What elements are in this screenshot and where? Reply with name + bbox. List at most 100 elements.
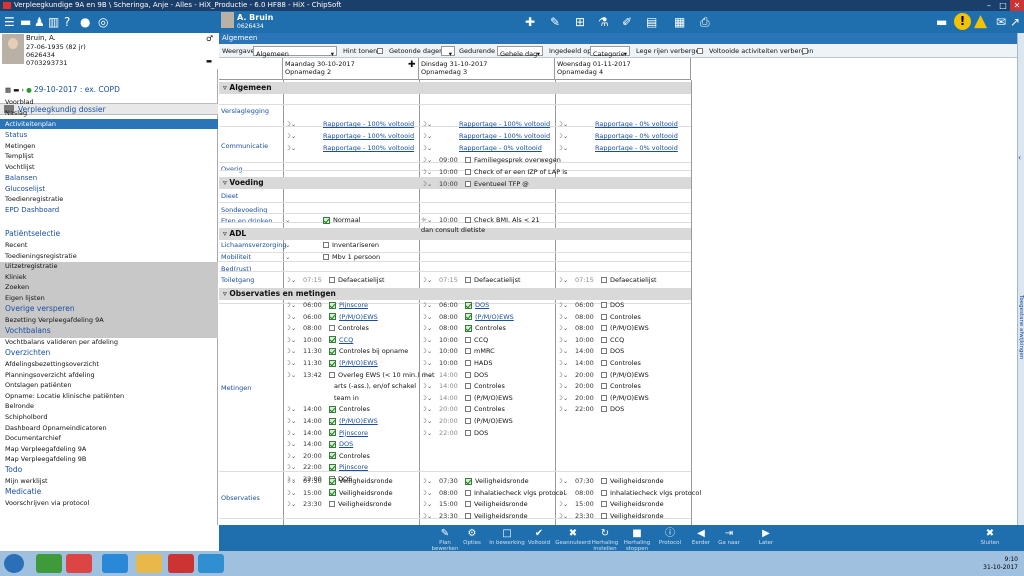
overige-item-bezetting-verpleegafdeling-9a[interactable]: Bezetting Verpleegafdeling 9A xyxy=(0,315,218,325)
nav-item-naslag[interactable]: Naslag xyxy=(0,108,218,118)
geannuleerd-button[interactable]: ✖ Geannuleerd xyxy=(555,527,591,546)
checkbox[interactable] xyxy=(465,371,471,378)
checkbox[interactable] xyxy=(601,394,607,401)
checkbox[interactable] xyxy=(465,394,471,401)
metingen-item[interactable]: ☽⌄ 08:00 Controles xyxy=(285,323,369,333)
checkbox[interactable] xyxy=(465,157,471,163)
rapportage-link[interactable]: Rapportage - 100% voltooid xyxy=(323,120,414,128)
in-bewerking-button[interactable]: □ In bewerking xyxy=(489,527,525,546)
rapportage-item[interactable]: ☽⌄ Rapportage - 0% voltooid xyxy=(557,143,678,153)
checkbox[interactable] xyxy=(601,501,607,508)
nav-item-templijst[interactable]: Templijst xyxy=(0,151,218,161)
checked-checkbox[interactable] xyxy=(329,429,336,437)
metingen-item[interactable]: ☽⌄ 20:00 (P/M/O)EWS xyxy=(421,416,513,426)
rapportage-link[interactable]: Rapportage - 0% voltooid xyxy=(459,144,542,152)
metingen-item[interactable]: ☽⌄ 08:00 Controles xyxy=(557,312,641,322)
metingen-item[interactable]: ☽⌄ 10:00 mMRC xyxy=(421,346,495,356)
item-label[interactable]: (P/M/O)EWS xyxy=(339,359,378,367)
checkbox[interactable] xyxy=(465,348,471,355)
rapportage-link[interactable]: Rapportage - 0% voltooid xyxy=(595,144,678,152)
metingen-item[interactable]: ☽⌄ 20:00 Controles xyxy=(285,451,370,461)
checkbox[interactable] xyxy=(465,169,471,175)
sluiten-button[interactable]: ✖ Sluiten xyxy=(972,527,1008,546)
metingen-item[interactable]: ☽⌄ 14:00 Pijnscore xyxy=(285,428,368,438)
checked-checkbox[interactable] xyxy=(329,489,336,497)
nav-item-toedienregistratie[interactable]: Toedienregistratie xyxy=(0,194,218,204)
overz-item-map-verpleegafdeling-9b[interactable]: Map Verpleegafdeling 9B xyxy=(0,454,218,464)
checkbox[interactable] xyxy=(601,512,607,519)
metingen-item[interactable]: ☽⌄ 11:30 (P/M/O)EWS xyxy=(285,358,378,368)
checkbox[interactable] xyxy=(465,181,471,187)
taskbar-folder-icon[interactable] xyxy=(136,554,162,573)
metingen-item[interactable]: ☽⌄ 14:00 Controles xyxy=(285,404,370,414)
comm-item[interactable]: ☽⌄ 10:00 Check of er een IZP of LAP is xyxy=(421,167,567,177)
herhaling-stoppen-button[interactable]: ■ Herhaling stoppen xyxy=(619,527,655,552)
ps-item-uitzetregistratie[interactable]: Uitzetregistratie xyxy=(0,261,218,271)
checkbox[interactable] xyxy=(601,360,607,366)
metingen-item[interactable]: ☽⌄ 14:00 DOS xyxy=(285,439,353,449)
checkbox[interactable] xyxy=(465,406,471,413)
nav-item-glucoselijst[interactable]: Glucoselijst xyxy=(0,184,218,194)
rapportage-item[interactable]: ☽⌄ Rapportage - 100% voltooid xyxy=(421,131,550,141)
overz-item-documentarchief[interactable]: Documentarchief xyxy=(0,433,218,443)
ps-item-kliniek[interactable]: Kliniek xyxy=(0,272,218,282)
patientselectie-header[interactable]: Patiëntselectie xyxy=(0,229,218,239)
checked-checkbox[interactable] xyxy=(329,440,336,448)
herhaling-instellen-button[interactable]: ↻ Herhaling instellen xyxy=(587,527,623,552)
bed-status-icon[interactable]: ▬ xyxy=(936,11,947,33)
warning-icon[interactable]: ▲ xyxy=(974,12,987,31)
nav-item-vochtlijst[interactable]: Vochtlijst xyxy=(0,162,218,172)
ps-item-toedieningsregistratie[interactable]: Toedieningsregistratie xyxy=(0,251,218,261)
checked-checkbox[interactable] xyxy=(329,336,336,344)
metingen-item[interactable]: ☽⌄ 20:00 Controles xyxy=(557,381,641,391)
patient-card[interactable]: Bruin, A. 27-06-1935 (82 jr) 0626434 070… xyxy=(0,33,218,69)
overz-item-afdelingsbezettingsoverzicht[interactable]: Afdelingsbezettingsoverzicht xyxy=(0,359,218,369)
checked-checkbox[interactable] xyxy=(329,313,336,321)
checkbox[interactable] xyxy=(323,254,329,260)
voltooide-checkbox[interactable] xyxy=(802,47,808,55)
rapportage-item[interactable]: ☽⌄ Rapportage - 100% voltooid xyxy=(285,119,414,129)
getoonde-select[interactable]: ▾ xyxy=(441,46,455,58)
checkbox[interactable] xyxy=(465,360,471,366)
overz-item-ontslagen-pati-nten[interactable]: Ontslagen patiënten xyxy=(0,380,218,390)
chevron-left-icon[interactable]: ‹ xyxy=(1018,153,1021,162)
ga-naar-button[interactable]: ⇥ Ga naar xyxy=(711,527,747,546)
item-label[interactable]: Pijnscore xyxy=(339,463,368,471)
observatie-item[interactable]: ☽⌄ 15:00 Veiligheidsronde xyxy=(557,499,664,509)
overz-item-opname-locatie-klinische-pati-nten[interactable]: Opname: Locatie klinische patiënten xyxy=(0,391,218,401)
rapportage-item[interactable]: ☽⌄ Rapportage - 100% voltooid xyxy=(285,143,414,153)
metingen-item[interactable]: ☽⌄ 22:00 Pijnscore xyxy=(285,462,368,472)
checkbox[interactable] xyxy=(601,302,607,308)
observatie-item[interactable]: ☽⌄ 07:30 Veiligheidsronde xyxy=(285,476,393,486)
checkbox[interactable] xyxy=(465,217,471,223)
item-label[interactable]: (P/M/O)EWS xyxy=(339,417,378,425)
close-window-button[interactable]: ✕ xyxy=(1010,0,1024,11)
minimize-button[interactable]: – xyxy=(982,0,996,11)
dieet-item[interactable]: ⌄ Normaal xyxy=(285,215,361,225)
checkbox[interactable] xyxy=(329,371,335,378)
checked-checkbox[interactable] xyxy=(465,477,472,485)
checked-checkbox[interactable] xyxy=(329,405,336,413)
checkbox[interactable] xyxy=(601,277,607,283)
section-obs[interactable]: ▿ Observaties en metingen xyxy=(219,288,691,300)
metingen-item[interactable]: ☽⌄ 14:00 (P/M/O)EWS xyxy=(285,416,378,426)
nav-item-epd-dashboard[interactable]: EPD Dashboard xyxy=(0,205,218,215)
metingen-item[interactable]: ☽⌄ 06:00 DOS xyxy=(557,300,624,310)
tree-icon[interactable]: ⊞ xyxy=(575,11,585,33)
overz-item-belronde[interactable]: Belronde xyxy=(0,401,218,411)
observatie-item[interactable]: ☽⌄ 23:30 Veiligheidsronde xyxy=(285,499,392,509)
help-icon[interactable]: ? xyxy=(64,11,70,33)
checkbox[interactable] xyxy=(465,277,471,283)
metingen-item[interactable]: ☽⌄ 14:00 DOS xyxy=(557,346,624,356)
rapportage-link[interactable]: Rapportage - 100% voltooid xyxy=(323,144,414,152)
ingedeeld-select[interactable]: Categorie ▾ xyxy=(590,46,630,58)
todo-item-mijn-werklijst[interactable]: Mijn werklijst xyxy=(0,476,218,486)
pen-icon[interactable]: ✐ xyxy=(622,11,632,33)
document-icon[interactable]: ▤ xyxy=(646,11,657,33)
checkbox[interactable] xyxy=(601,406,607,413)
item-label[interactable]: Pijnscore xyxy=(339,301,368,309)
checked-checkbox[interactable] xyxy=(329,347,336,355)
toiletgang-item[interactable]: ☽⌄ 07:15 Defaecatielijst xyxy=(421,275,521,285)
metingen-item[interactable]: ☽⌄ 11:30 Controles bij opname xyxy=(285,346,408,356)
people-icon[interactable]: ♟ xyxy=(34,11,45,33)
